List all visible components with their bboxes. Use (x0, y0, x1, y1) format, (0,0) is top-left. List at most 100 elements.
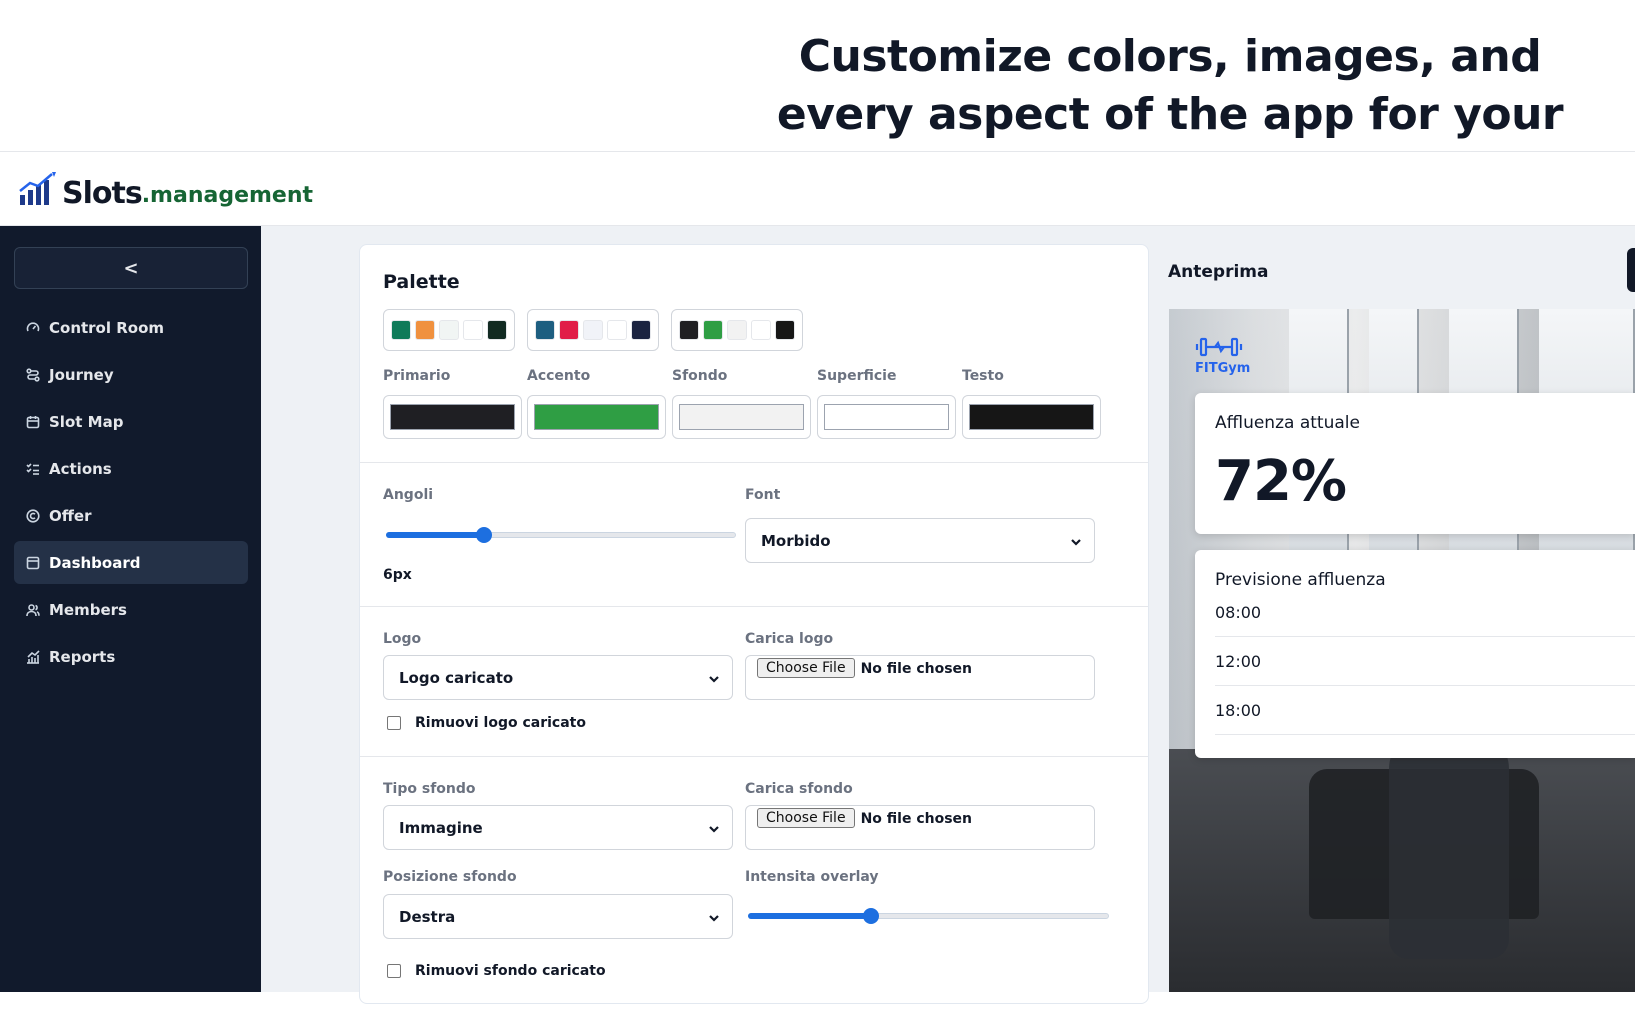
preset-swatch (463, 320, 483, 340)
slider-thumb[interactable] (862, 908, 879, 924)
preset-swatch (415, 320, 435, 340)
dumbbell-icon (1195, 335, 1243, 359)
preset-swatch (535, 320, 555, 340)
gym-person (1389, 729, 1509, 959)
slider-progress (386, 532, 484, 538)
overlay-intensity-label: Intensita overlay (745, 869, 879, 885)
palette-preset-3[interactable] (671, 309, 803, 351)
chevron-down-icon (708, 671, 720, 683)
copyright-icon (26, 508, 40, 523)
sidebar-item-label: Members (49, 600, 127, 619)
remove-logo-checkbox[interactable]: Rimuovi logo caricato (387, 715, 586, 731)
corners-font-section: Angoli 6px Font Morbido (360, 463, 1148, 607)
sidebar-item-label: Reports (49, 647, 116, 666)
preset-swatch (631, 320, 651, 340)
preset-swatch (679, 320, 699, 340)
logo-file-input[interactable]: Choose File No file chosen (745, 655, 1095, 700)
app-preview: FITGym Affluenza attuale 72% Previsione … (1169, 309, 1635, 992)
sidebar-item-label: Dashboard (49, 553, 141, 572)
forecast-time: 08:00 (1215, 602, 1262, 622)
forecast-time: 18:00 (1215, 700, 1262, 720)
chevron-down-icon (1070, 534, 1082, 546)
forecast-row: 12:00 (1215, 637, 1635, 686)
background-type-select[interactable]: Immagine (383, 805, 733, 850)
choose-file-button[interactable]: Choose File (757, 658, 855, 678)
preset-swatch (559, 320, 579, 340)
route-icon (26, 367, 40, 382)
sidebar-item-slot-map[interactable]: Slot Map (14, 400, 248, 443)
preset-swatch (607, 320, 627, 340)
accent-color-picker[interactable] (527, 395, 666, 439)
overlay-intensity-slider[interactable] (748, 906, 1109, 926)
sidebar-item-dashboard[interactable]: Dashboard (14, 541, 248, 584)
sidebar-item-offer[interactable]: Offer (14, 494, 248, 537)
gauge-icon (26, 321, 40, 335)
palette-section: Palette Primario Accento Sfondo Superfic… (360, 245, 1148, 463)
current-attendance-card: Affluenza attuale 72% (1195, 393, 1635, 534)
color-fill (534, 404, 659, 430)
sidebar-item-members[interactable]: Members (14, 588, 248, 631)
preset-swatch (391, 320, 411, 340)
checkbox-box[interactable] (387, 716, 401, 730)
slider-thumb[interactable] (476, 527, 492, 543)
brand-name: Slots (62, 176, 143, 211)
sidebar-item-control-room[interactable]: Control Room (14, 306, 248, 349)
font-select-value: Morbido (761, 531, 831, 550)
background-color-label: Sfondo (672, 368, 728, 384)
upload-logo-label: Carica logo (745, 631, 834, 647)
sidebar-item-actions[interactable]: Actions (14, 447, 248, 490)
palette-preset-1[interactable] (383, 309, 515, 351)
surface-color-picker[interactable] (817, 395, 956, 439)
current-attendance-value: 72% (1215, 449, 1347, 514)
attendance-forecast-card: Previsione affluenza 08:00 12:00 18:00 (1195, 550, 1635, 758)
background-position-label: Posizione sfondo (383, 869, 517, 885)
logo-section: Logo Logo caricato Rimuovi logo caricato… (360, 607, 1148, 757)
background-position-select[interactable]: Destra (383, 894, 733, 939)
forecast-row: 08:00 (1215, 588, 1635, 637)
chevron-down-icon (708, 910, 720, 922)
sidebar-item-label: Actions (49, 459, 112, 478)
background-type-value: Immagine (399, 818, 483, 837)
preset-swatch (751, 320, 771, 340)
checkbox-box[interactable] (387, 964, 401, 978)
color-fill (679, 404, 804, 430)
background-section: Tipo sfondo Immagine Carica sfondo Choos… (360, 757, 1148, 1017)
bar-chart-logo-icon (18, 171, 58, 211)
chart-icon (26, 649, 40, 664)
window-icon (26, 556, 40, 570)
gym-logo: FITGym (1195, 335, 1250, 376)
main-content: Palette Primario Accento Sfondo Superfic… (261, 226, 1635, 1004)
remove-background-checkbox[interactable]: Rimuovi sfondo caricato (387, 963, 606, 979)
preview-toggle-button[interactable] (1627, 248, 1635, 292)
text-color-picker[interactable] (962, 395, 1101, 439)
corners-slider[interactable] (386, 525, 736, 545)
upload-background-label: Carica sfondo (745, 781, 853, 797)
brand-suffix: .management (141, 183, 314, 208)
checklist-icon (26, 462, 40, 476)
palette-title: Palette (383, 271, 460, 293)
text-color-label: Testo (962, 368, 1004, 384)
sidebar-item-journey[interactable]: Journey (14, 353, 248, 396)
sidebar: < Control Room Journey Slot Map Actions … (0, 226, 261, 992)
font-select[interactable]: Morbido (745, 518, 1095, 563)
collapse-sidebar-button[interactable]: < (14, 247, 248, 289)
font-label: Font (745, 487, 781, 503)
forecast-row: 18:00 (1215, 686, 1635, 735)
users-icon (26, 603, 40, 617)
remove-logo-label: Rimuovi logo caricato (415, 715, 586, 731)
brand-logo[interactable]: Slots .management (18, 171, 313, 211)
sidebar-item-reports[interactable]: Reports (14, 635, 248, 678)
preset-swatch (583, 320, 603, 340)
primary-color-picker[interactable] (383, 395, 522, 439)
background-type-label: Tipo sfondo (383, 781, 476, 797)
logo-select[interactable]: Logo caricato (383, 655, 733, 700)
remove-background-label: Rimuovi sfondo caricato (415, 963, 606, 979)
calendar-icon (26, 415, 40, 429)
background-file-input[interactable]: Choose File No file chosen (745, 805, 1095, 850)
background-color-picker[interactable] (672, 395, 811, 439)
preview-title: Anteprima (1168, 262, 1269, 282)
choose-file-button[interactable]: Choose File (757, 808, 855, 828)
logo-select-value: Logo caricato (399, 668, 514, 687)
top-bar: Slots .management (0, 153, 1635, 226)
palette-preset-2[interactable] (527, 309, 659, 351)
